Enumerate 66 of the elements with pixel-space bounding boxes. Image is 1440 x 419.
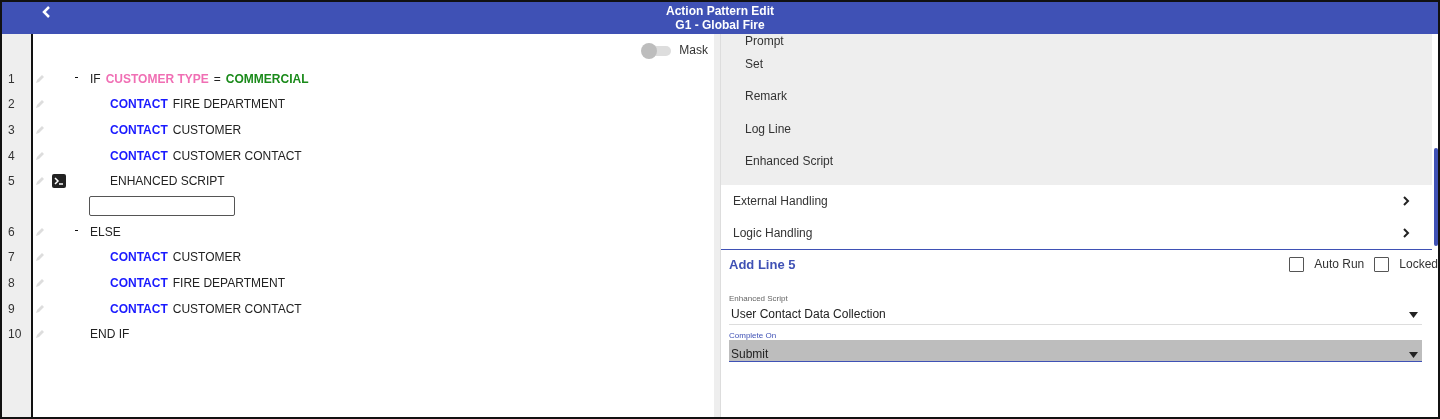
code-text: ELSE [90,224,121,239]
menu-item[interactable]: Log Line [745,121,792,136]
caret-icon [1409,352,1418,359]
line-number: 4 [7,148,16,163]
menu-group[interactable]: Logic Handling [721,217,1432,250]
pencil-icon[interactable] [35,277,45,288]
code-keyword: CONTACT [110,301,168,316]
pencil-icon[interactable] [35,150,45,161]
window-title: Action Pattern Edit [666,4,774,18]
code-keyword: CONTACT [110,148,168,163]
chevron-right-icon [1402,196,1410,207]
form-title: Add Line 5 [729,256,796,272]
select-field[interactable]: User Contact Data Collection [729,303,1422,326]
code-text: IF [90,71,101,86]
menu-item[interactable]: Set [745,57,763,72]
menu-item[interactable]: Prompt [745,34,784,48]
pencil-icon[interactable] [35,176,45,187]
field-name: CUSTOMER TYPE [105,71,209,86]
checkbox[interactable] [1374,256,1390,272]
code-text: CUSTOMER CONTACT [172,148,302,163]
field-label: Complete On [729,331,778,341]
menu-group[interactable]: External Handling [721,185,1432,218]
line-number: 7 [7,250,16,265]
caret-icon [1409,312,1418,319]
line-number: 10 [7,327,23,342]
code-input-field[interactable] [89,196,235,217]
line-number: 5 [7,174,16,189]
menu-item[interactable]: Enhanced Script [745,154,834,169]
checkbox[interactable] [1289,256,1305,272]
select-field[interactable]: Submit [729,340,1422,363]
pencil-icon[interactable] [35,99,45,110]
pencil-icon[interactable] [35,303,45,314]
code-text: CUSTOMER [172,250,242,265]
code-text: END IF [90,327,130,342]
code-keyword: CONTACT [110,97,168,112]
code-keyword: CONTACT [110,123,168,137]
pencil-icon[interactable] [35,252,45,263]
pencil-icon[interactable] [35,73,45,84]
line-number: 1 [7,71,16,86]
scrollbar-thumb[interactable] [1434,148,1438,246]
code-text: = [213,71,221,86]
toggle-label: Mask [679,43,708,57]
code-text: FIRE DEPARTMENT [172,275,285,290]
mask-toggle[interactable] [641,43,672,57]
line-number: 3 [7,123,16,137]
field-value: COMMERCIAL [225,71,309,86]
code-keyword: CONTACT [110,250,168,265]
code-text: FIRE DEPARTMENT [172,97,285,112]
code-text: CUSTOMER [172,123,242,137]
line-number: 6 [7,224,16,239]
chevron-right-icon [1402,228,1410,239]
code-text: CUSTOMER CONTACT [172,301,302,316]
code-text: ENHANCED SCRIPT [110,174,225,189]
field-label: Enhanced Script [729,294,789,304]
pencil-icon[interactable] [35,125,45,135]
checkbox-label: Auto Run [1314,257,1365,272]
menu-item[interactable]: Remark [745,89,787,104]
line-number: 9 [7,301,16,316]
code-keyword: CONTACT [110,275,168,290]
pencil-icon[interactable] [35,226,45,237]
pencil-icon[interactable] [35,329,45,340]
checkbox-label: Locked [1399,257,1438,272]
line-number: 8 [7,275,16,290]
window-subtitle: G1 - Global Fire [675,18,765,32]
line-number: 2 [7,97,16,112]
terminal-icon [52,174,66,189]
